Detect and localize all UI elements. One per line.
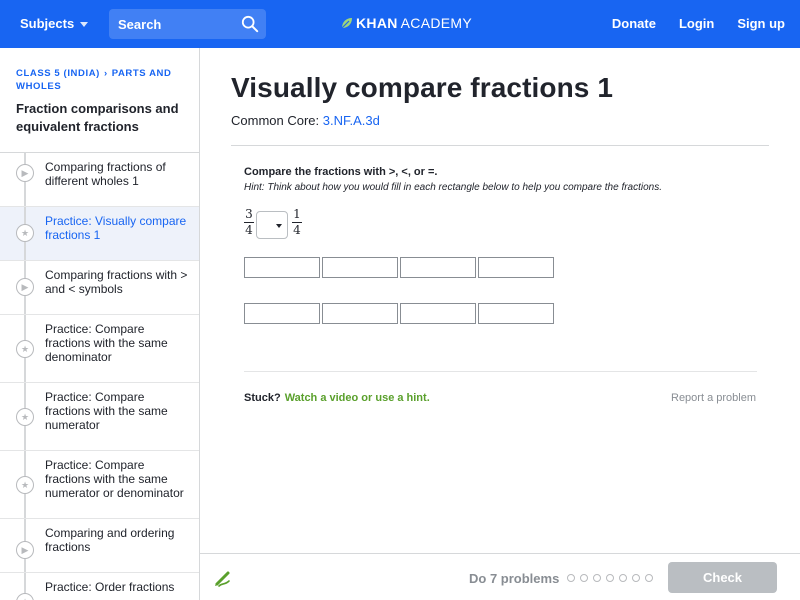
sidebar-item-practice-order-fractions[interactable]: ★ Practice: Order fractions (0, 573, 199, 600)
star-icon: ★ (16, 593, 34, 600)
top-navigation-bar: Subjects Search KHAN ACADEMY Donate Login… (0, 0, 800, 48)
common-core-link[interactable]: 3.NF.A.3d (323, 113, 380, 128)
rectangle-cell[interactable] (478, 303, 554, 324)
progress-dot (619, 574, 627, 582)
progress-dot (645, 574, 653, 582)
search-icon[interactable] (241, 15, 259, 33)
rectangle-cell[interactable] (244, 257, 320, 278)
leaf-logo-icon (341, 18, 352, 29)
problem-count: Do 7 problems (469, 571, 560, 586)
exercise-prompt: Compare the fractions with >, <, or =. (244, 166, 438, 178)
play-icon: ▶ (16, 278, 34, 296)
play-icon: ▶ (16, 541, 34, 559)
khan-academy-logo[interactable]: KHAN ACADEMY (341, 15, 472, 31)
rectangle-cell[interactable] (322, 257, 398, 278)
rectangle-cell[interactable] (322, 303, 398, 324)
logo-text-light: ACADEMY (400, 15, 472, 31)
sidebar-item-comparing-ordering-fractions[interactable]: ▶ Comparing and ordering fractions (0, 519, 199, 573)
comparison-dropdown[interactable] (256, 211, 288, 239)
progress-dot (593, 574, 601, 582)
watch-video-hint-link[interactable]: Watch a video or use a hint. (285, 392, 430, 404)
star-icon: ★ (16, 224, 34, 242)
sidebar-item-label: Comparing fractions with > and < symbols (45, 268, 188, 296)
right-fraction: 1 4 (292, 208, 302, 237)
stuck-prompt: Stuck? Watch a video or use a hint. (244, 392, 430, 404)
sidebar-item-practice-same-denominator[interactable]: ★ Practice: Compare fractions with the s… (0, 315, 199, 383)
sidebar-item-label: Practice: Compare fractions with the sam… (45, 390, 168, 432)
dropdown-arrow-icon (276, 224, 282, 228)
topic-title[interactable]: Fraction comparisons and equivalent frac… (16, 100, 194, 136)
right-numerator: 1 (293, 207, 301, 221)
signup-link[interactable]: Sign up (737, 16, 785, 31)
progress-dot (606, 574, 614, 582)
rectangle-cell[interactable] (400, 257, 476, 278)
rectangle-cell[interactable] (478, 257, 554, 278)
fraction-rectangle-top (244, 257, 554, 278)
left-fraction: 3 4 (244, 208, 254, 237)
report-problem-link[interactable]: Report a problem (671, 392, 756, 404)
sidebar-item-label: Comparing fractions of different wholes … (45, 160, 166, 188)
logo-text-bold: KHAN (356, 15, 398, 31)
progress-dots (567, 574, 653, 582)
chevron-down-icon (80, 22, 89, 27)
play-icon: ▶ (16, 164, 34, 182)
page-title: Visually compare fractions 1 (231, 72, 614, 103)
breadcrumb-class[interactable]: CLASS 5 (INDIA) (16, 68, 100, 79)
sidebar-item-label: Practice: Order fractions (45, 580, 175, 594)
sidebar-item-comparing-with-symbols[interactable]: ▶ Comparing fractions with > and < symbo… (0, 261, 199, 315)
left-denominator: 4 (245, 223, 253, 237)
star-icon: ★ (16, 340, 34, 358)
progress-dot (567, 574, 575, 582)
check-button[interactable]: Check (668, 562, 777, 593)
sidebar-item-comparing-fractions-different-wholes[interactable]: ▶ Comparing fractions of different whole… (0, 153, 199, 207)
common-core-standard: Common Core: 3.NF.A.3d (231, 113, 380, 128)
sidebar-item-label: Practice: Compare fractions with the sam… (45, 458, 184, 500)
right-denominator: 4 (293, 223, 301, 237)
subjects-label: Subjects (20, 16, 75, 31)
star-icon: ★ (16, 476, 34, 494)
stuck-label: Stuck? (244, 392, 281, 404)
sidebar-item-practice-visually-compare[interactable]: ★ Practice: Visually compare fractions 1 (0, 207, 199, 261)
account-links: Donate Login Sign up (612, 16, 785, 31)
lesson-list: ▶ Comparing fractions of different whole… (0, 153, 199, 600)
star-icon: ★ (16, 408, 34, 426)
divider (244, 371, 757, 372)
progress-dot (632, 574, 640, 582)
sidebar-item-practice-numerator-or-denominator[interactable]: ★ Practice: Compare fractions with the s… (0, 451, 199, 519)
breadcrumb: CLASS 5 (INDIA) › PARTS AND WHOLES (16, 67, 188, 93)
exercise-hint: Hint: Think about how you would fill in … (244, 182, 663, 193)
search-input[interactable]: Search (109, 9, 266, 39)
scratchpad-pencil-icon[interactable] (213, 568, 233, 588)
sidebar-item-label: Comparing and ordering fractions (45, 526, 175, 554)
rectangle-cell[interactable] (400, 303, 476, 324)
login-link[interactable]: Login (679, 16, 714, 31)
donate-link[interactable]: Donate (612, 16, 656, 31)
rectangle-cell[interactable] (244, 303, 320, 324)
subjects-menu[interactable]: Subjects (20, 16, 89, 31)
left-numerator: 3 (245, 207, 253, 221)
exercise-footer: Do 7 problems Check (200, 553, 800, 600)
search-placeholder: Search (118, 17, 162, 32)
common-core-label: Common Core: (231, 113, 320, 128)
progress-dot (580, 574, 588, 582)
sidebar-item-label: Practice: Compare fractions with the sam… (45, 322, 168, 364)
lesson-sidebar: CLASS 5 (INDIA) › PARTS AND WHOLES Fractio… (0, 48, 200, 600)
sidebar-item-practice-same-numerator[interactable]: ★ Practice: Compare fractions with the s… (0, 383, 199, 451)
sidebar-item-label: Practice: Visually compare fractions 1 (45, 214, 187, 242)
chevron-right-icon: › (103, 68, 108, 79)
fraction-rectangle-bottom (244, 303, 554, 324)
exercise-card: Compare the fractions with >, <, or =. H… (231, 145, 769, 404)
